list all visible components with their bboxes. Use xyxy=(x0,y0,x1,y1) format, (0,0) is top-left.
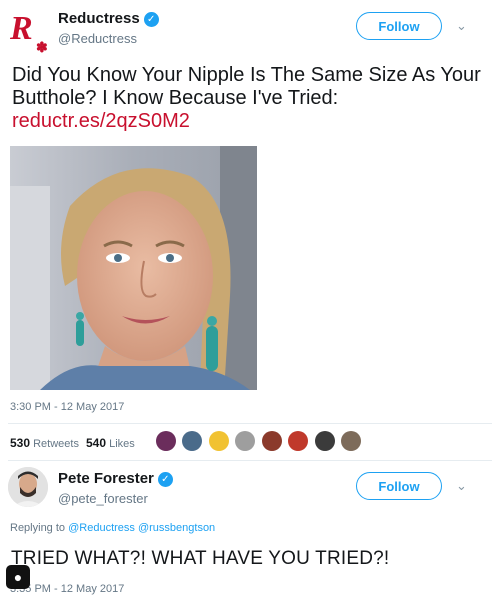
likes-label: Likes xyxy=(109,438,135,450)
liker-avatar[interactable] xyxy=(208,431,229,451)
follow-button[interactable]: Follow xyxy=(356,472,442,500)
likes-count: 540 xyxy=(86,436,107,450)
divider xyxy=(8,423,492,424)
liker-avatar[interactable] xyxy=(156,431,176,451)
chevron-down-icon[interactable]: ⌄ xyxy=(456,18,467,34)
liker-avatar[interactable] xyxy=(341,431,362,451)
reductress-logo[interactable]: R ✽ xyxy=(10,8,52,56)
verified-badge-icon: ✓ xyxy=(143,12,159,27)
liker-avatars xyxy=(156,431,363,455)
retweets-label: Retweets xyxy=(33,438,79,450)
author-handle[interactable]: @Reductress xyxy=(58,31,137,46)
tweet-photo[interactable] xyxy=(10,146,257,390)
likes-stat[interactable]: 540 Likes xyxy=(86,436,135,450)
pete-avatar-image xyxy=(8,467,48,507)
chevron-down-icon[interactable]: ⌄ xyxy=(456,478,467,494)
replying-to: Replying to @Reductress @russbengtson xyxy=(10,522,216,534)
author-name[interactable]: Pete Forester xyxy=(58,470,154,487)
follow-button[interactable]: Follow xyxy=(356,12,442,40)
liker-avatar[interactable] xyxy=(235,431,256,451)
verified-badge-icon: ✓ xyxy=(157,472,173,487)
tweet-text: Did You Know Your Nipple Is The Same Siz… xyxy=(12,64,482,133)
tweet-link[interactable]: reductr.es/2qzS0M2 xyxy=(12,110,482,133)
woman-portrait-image xyxy=(10,146,257,390)
tweet2-author[interactable]: Pete Forester ✓ xyxy=(58,470,173,488)
person-icon[interactable]: ● xyxy=(6,565,30,589)
liker-avatar[interactable] xyxy=(288,431,309,451)
reply-mentions[interactable]: @Reductress @russbengtson xyxy=(68,522,215,534)
tweet-text: TRIED WHAT?! WHAT HAVE YOU TRIED?! xyxy=(11,548,390,569)
retweets-count: 530 xyxy=(10,436,31,450)
retweets-stat[interactable]: 530 Retweets xyxy=(10,436,79,450)
tweet-timestamp[interactable]: 3:30 PM - 12 May 2017 xyxy=(10,401,124,413)
liker-avatar[interactable] xyxy=(182,431,203,451)
avatar[interactable] xyxy=(8,467,48,507)
liker-avatar[interactable] xyxy=(261,431,282,451)
divider xyxy=(8,460,492,461)
liker-avatar[interactable] xyxy=(314,431,335,451)
author-name[interactable]: Reductress xyxy=(58,10,140,27)
author-handle[interactable]: @pete_forester xyxy=(58,491,148,506)
tweet1-author[interactable]: Reductress ✓ xyxy=(58,10,159,28)
